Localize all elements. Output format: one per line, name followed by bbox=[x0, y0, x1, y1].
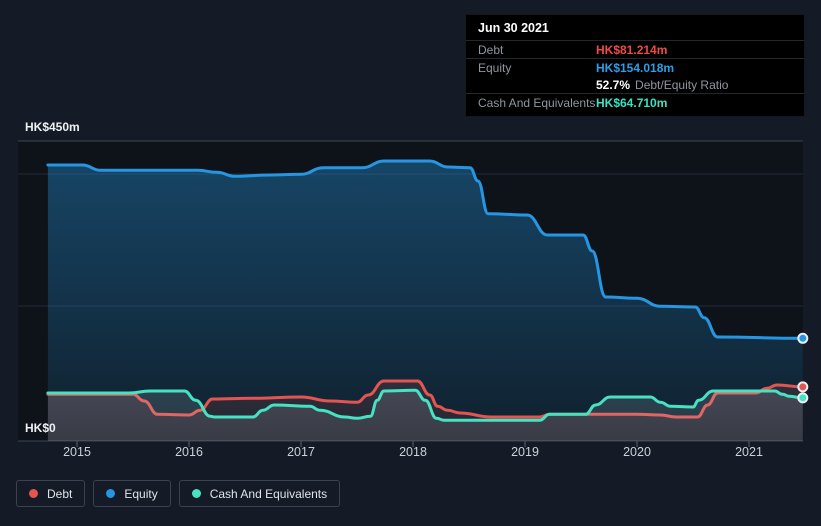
x-axis-label-2020: 2020 bbox=[623, 445, 651, 459]
tooltip-equity-value: HK$154.018m bbox=[596, 60, 675, 75]
tooltip-row-cash: Cash And Equivalents HK$64.710m bbox=[466, 93, 804, 111]
tooltip-ratio-label: Debt/Equity Ratio bbox=[635, 77, 729, 92]
x-axis-label-2018: 2018 bbox=[399, 445, 427, 459]
tooltip-debt-label: Debt bbox=[478, 42, 504, 57]
legend-dot-equity bbox=[106, 489, 116, 498]
tooltip-cash-label: Cash And Equivalents bbox=[478, 95, 596, 110]
legend-item-debt[interactable]: Debt bbox=[16, 480, 86, 507]
legend-dot-debt bbox=[29, 489, 38, 498]
legend-item-cash-and-equivalents[interactable]: Cash And Equivalents bbox=[178, 480, 341, 507]
legend-label: Equity bbox=[124, 486, 158, 501]
tooltip-date: Jun 30 2021 bbox=[478, 20, 549, 35]
x-axis-label-2017: 2017 bbox=[287, 445, 315, 459]
chart-tooltip: Jun 30 2021 Debt HK$81.214m Equity HK$15… bbox=[465, 14, 805, 117]
cash-and-equivalents-endpoint-marker[interactable] bbox=[797, 392, 809, 404]
tooltip-debt-value: HK$81.214m bbox=[596, 42, 668, 57]
legend-label: Cash And Equivalents bbox=[209, 486, 328, 501]
tooltip-cash-value: HK$64.710m bbox=[596, 95, 668, 110]
tooltip-row-debt: Debt HK$81.214m bbox=[466, 40, 804, 58]
legend-label: Debt bbox=[47, 486, 73, 501]
y-axis-min-label: HK$0 bbox=[25, 421, 56, 435]
tooltip-ratio-value: 52.7% bbox=[596, 77, 631, 92]
y-axis-max-label: HK$450m bbox=[25, 120, 80, 134]
debt-equity-history-page: { "tooltip": { "date": "Jun 30 2021", "d… bbox=[0, 0, 821, 526]
equity-endpoint-marker[interactable] bbox=[797, 332, 809, 344]
x-axis-label-2015: 2015 bbox=[63, 445, 91, 459]
x-axis-label-2019: 2019 bbox=[511, 445, 539, 459]
x-axis-label-2016: 2016 bbox=[175, 445, 203, 459]
x-axis-label-2021: 2021 bbox=[735, 445, 763, 459]
chart-legend: Debt Equity Cash And Equivalents bbox=[16, 480, 341, 507]
legend-item-equity[interactable]: Equity bbox=[93, 480, 171, 507]
tooltip-row-equity: Equity HK$154.018m bbox=[466, 58, 804, 76]
tooltip-equity-label: Equity bbox=[478, 60, 512, 75]
tooltip-row-ratio: 52.7% Debt/Equity Ratio bbox=[466, 76, 804, 93]
legend-dot-cash-and-equivalents bbox=[191, 489, 201, 498]
debt-endpoint-marker[interactable] bbox=[797, 381, 809, 393]
